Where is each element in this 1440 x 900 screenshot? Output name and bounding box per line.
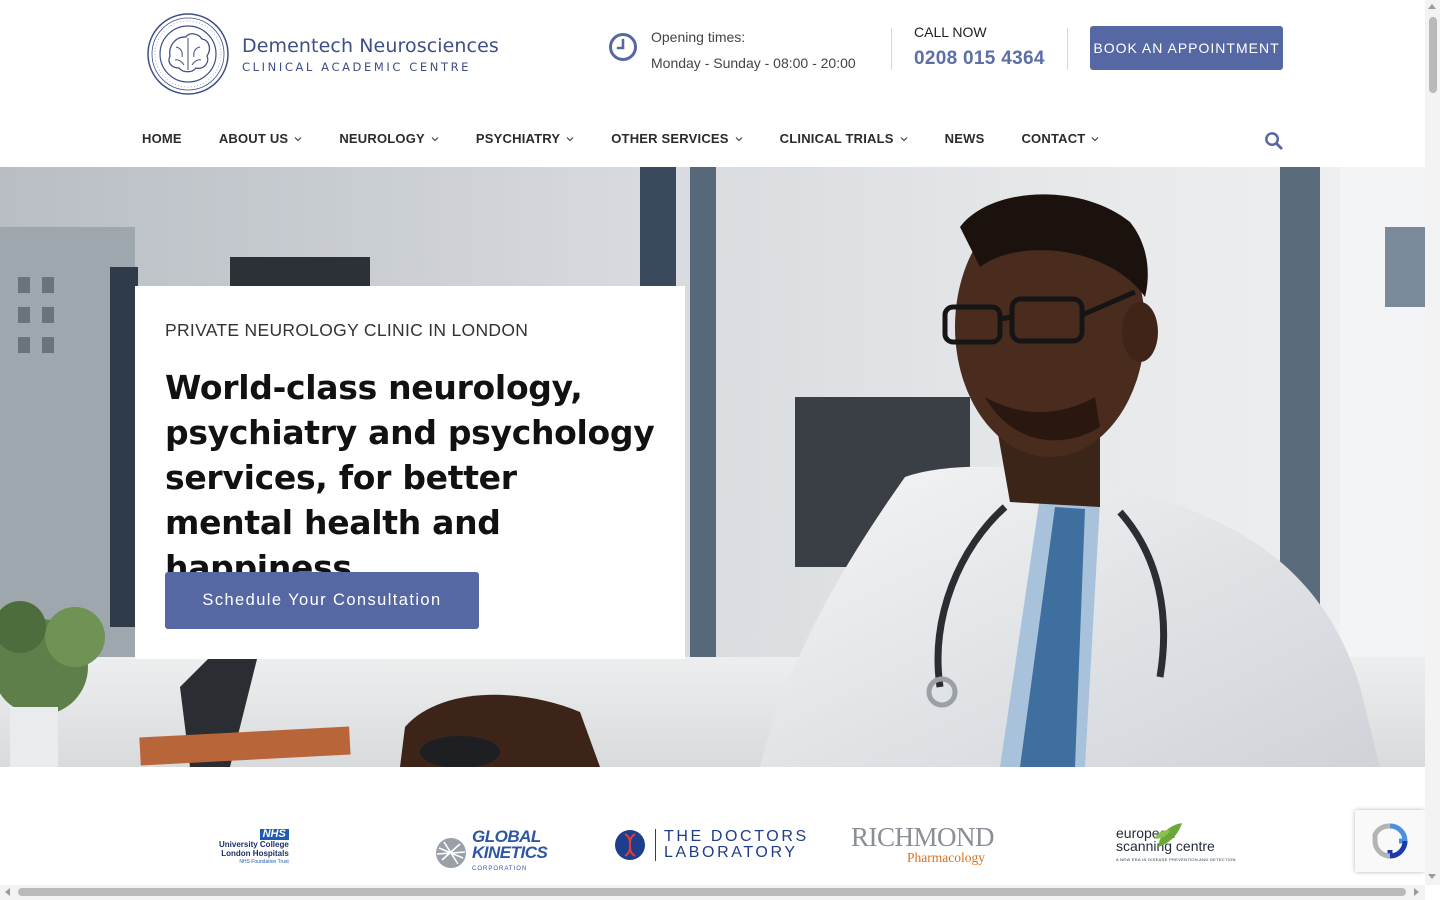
partner-logo-global-kinetics[interactable]: GLOBAL KINETICS CORPORATION [434,828,548,877]
scroll-right-arrow-icon[interactable] [1414,888,1419,896]
nav-item-psychiatry[interactable]: PSYCHIATRY [476,131,574,146]
brain-seal-icon [147,13,229,95]
nhs-line: London Hospitals [221,849,289,858]
clock-icon [609,33,637,61]
search-icon[interactable] [1264,131,1283,150]
nav-item-clinical-trials[interactable]: CLINICAL TRIALS [780,131,908,146]
globe-icon [436,838,466,868]
book-appointment-button[interactable]: BOOK AN APPOINTMENT [1090,26,1283,70]
nav-item-home[interactable]: HOME [142,131,182,146]
chevron-down-icon [566,136,574,141]
chevron-down-icon [735,136,743,141]
vertical-scroll-thumb[interactable] [1429,17,1437,93]
call-label: CALL NOW [914,24,987,40]
nav-item-neurology[interactable]: NEUROLOGY [339,131,439,146]
main-nav: HOME ABOUT US NEUROLOGY PSYCHIATRY OTHER SER… [0,110,1425,167]
chevron-down-icon [294,136,302,141]
nav-item-label: CLINICAL TRIALS [779,131,894,146]
dna-icon [615,830,645,860]
nav-item-label: CONTACT [1021,131,1086,146]
nhs-badge: NHS [259,829,289,840]
vertical-scrollbar[interactable] [1425,0,1440,885]
horizontal-scroll-thumb[interactable] [18,888,1406,896]
nav-item-news[interactable]: NEWS [945,131,985,146]
opening-hours: Monday - Sunday - 08:00 - 20:00 [651,55,856,71]
hero-card: PRIVATE NEUROLOGY CLINIC IN LONDON World… [135,286,685,659]
leaf-icon [1154,823,1182,847]
scroll-left-arrow-icon[interactable] [5,888,10,896]
call-now: CALL NOW 0208 015 4364 [914,24,1045,70]
nav-item-other-services[interactable]: OTHER SERVICES [611,131,743,146]
hero-banner: PRIVATE NEUROLOGY CLINIC IN LONDON World… [0,167,1425,767]
nhs-line: NHS Foundation Trust [239,859,289,865]
richmond-line: Pharmacology [907,850,985,865]
hero-kicker: PRIVATE NEUROLOGY CLINIC IN LONDON [165,320,529,340]
partner-logo-nhs-uclh[interactable]: NHS University College London Hospitals … [219,829,289,867]
chevron-down-icon [900,136,908,141]
phone-number-link[interactable]: 0208 015 4364 [914,48,1045,70]
recaptcha-icon [1372,823,1408,859]
partner-logo-richmond[interactable]: RICHMOND Pharmacology [851,822,995,866]
nav-item-label: PSYCHIATRY [475,131,561,146]
partner-logo-european-scanning[interactable]: european scanning centre A NEW ERA IN DI… [1116,823,1236,866]
nav-item-about-us[interactable]: ABOUT US [219,131,303,146]
nav-item-contact[interactable]: CONTACT [1021,131,1099,146]
brand-name: Dementech Neurosciences [242,34,499,57]
tdl-line: LABORATORY [664,844,798,861]
richmond-line: RICHMOND [851,822,995,852]
nav-item-label: ABOUT US [218,131,289,146]
tdl-line: THE DOCTORS [664,828,809,845]
site-header: Dementech Neurosciences CLINICAL ACADEMI… [0,0,1425,110]
scroll-down-arrow-icon[interactable] [1428,874,1436,879]
gk-line: KINETICS [472,843,548,862]
nav-item-label: NEUROLOGY [339,131,425,146]
divider [1067,28,1068,70]
hero-title: World-class neurology, psychiatry and ps… [165,368,655,587]
nav-item-label: OTHER SERVICES [611,131,729,146]
chevron-down-icon [431,136,439,141]
nhs-line: University College [219,840,289,849]
chevron-down-icon [1092,136,1099,141]
partner-logo-doctors-lab[interactable]: THE DOCTORS LABORATORY [614,829,809,861]
recaptcha-badge[interactable] [1355,810,1425,872]
schedule-consultation-button[interactable]: Schedule Your Consultation [165,572,479,629]
nav-item-label: HOME [142,131,182,146]
partner-logos: NHS University College London Hospitals … [0,767,1425,885]
scroll-up-arrow-icon[interactable] [1428,4,1436,9]
gk-line: CORPORATION [472,866,528,872]
opening-label: Opening times: [651,29,746,45]
brand-subtitle: CLINICAL ACADEMIC CENTRE [242,59,472,74]
nav-item-label: NEWS [944,131,985,146]
opening-times: Opening times: Monday - Sunday - 08:00 -… [608,24,856,76]
brand-logo[interactable]: Dementech Neurosciences CLINICAL ACADEMI… [146,12,499,96]
esc-line: A NEW ERA IN DISEASE PREVENTION AND DETE… [1116,857,1236,862]
divider [891,28,892,70]
